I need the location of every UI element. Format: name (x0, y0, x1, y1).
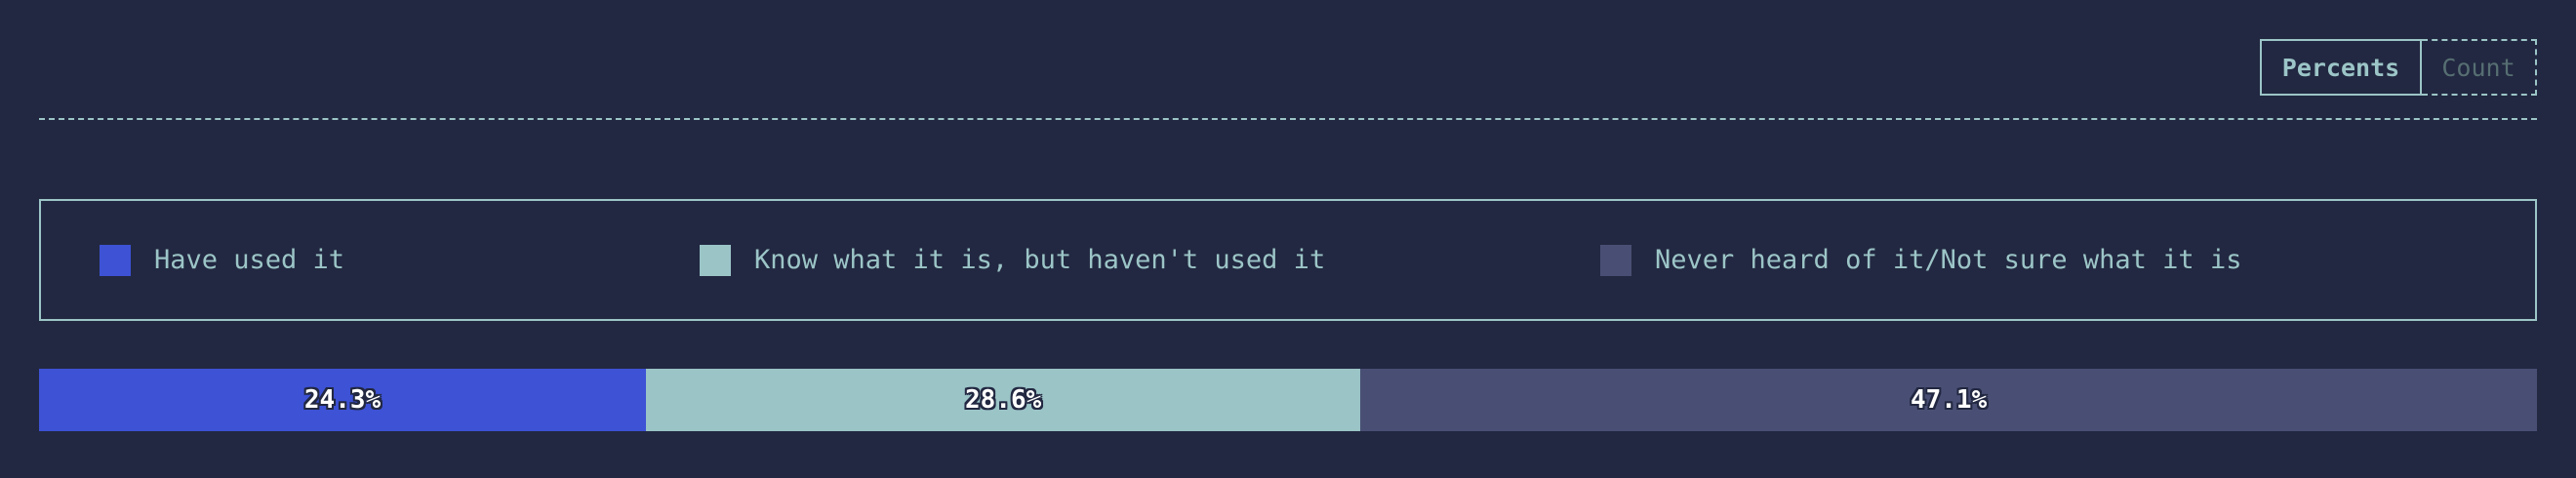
data-label-never-heard: 47.1% (1910, 385, 1988, 415)
bar-segment-know-not-used[interactable]: 28.6% (646, 369, 1361, 431)
chart-page: Percents Count Have used it Know what it… (0, 0, 2576, 478)
data-label-have-used: 24.3% (303, 385, 382, 415)
legend-item-never-heard[interactable]: Never heard of it/Not sure what it is (1600, 201, 2241, 319)
legend-swatch-know-not-used (700, 244, 731, 276)
legend-label-know-not-used: Know what it is, but haven't used it (754, 245, 1326, 275)
bar-segment-have-used[interactable]: 24.3% (39, 369, 647, 431)
data-label-know-not-used: 28.6% (965, 385, 1042, 415)
legend-label-never-heard: Never heard of it/Not sure what it is (1655, 245, 2242, 275)
stacked-bar: 24.3% 28.6% 47.1% (39, 369, 2537, 431)
header-divider (39, 118, 2537, 120)
count-button[interactable]: Count (2422, 39, 2537, 96)
legend-swatch-never-heard (1600, 244, 1631, 276)
bar-segment-never-heard[interactable]: 47.1% (1360, 369, 2537, 431)
chart-legend: Have used it Know what it is, but haven'… (39, 199, 2537, 321)
legend-item-know-not-used[interactable]: Know what it is, but haven't used it (700, 201, 1325, 319)
view-toggle: Percents Count (2260, 39, 2537, 98)
percents-button[interactable]: Percents (2260, 39, 2422, 96)
legend-item-have-used[interactable]: Have used it (100, 201, 344, 319)
legend-swatch-have-used (100, 244, 131, 276)
legend-label-have-used: Have used it (154, 245, 345, 275)
